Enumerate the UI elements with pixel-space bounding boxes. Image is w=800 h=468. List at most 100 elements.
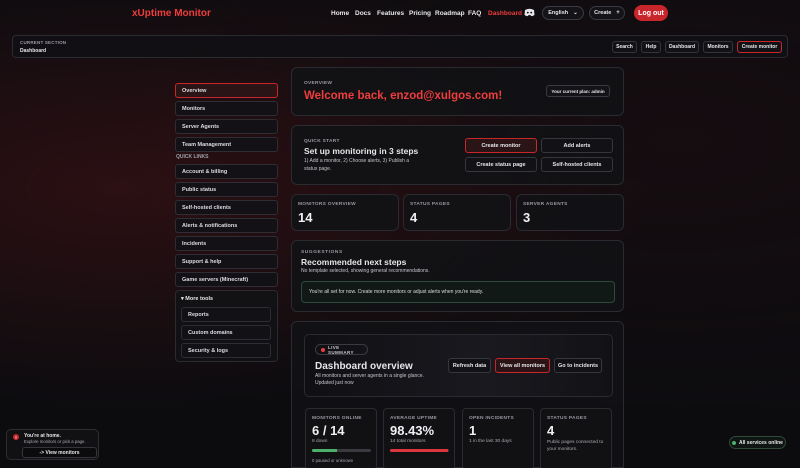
stat-value: 4 xyxy=(410,210,418,225)
sidebar-item-incidents[interactable]: Incidents xyxy=(175,236,278,251)
current-section-bar: CURRENT SECTION Dashboard Search Help Da… xyxy=(12,35,788,58)
sidebar-item-reports[interactable]: Reports xyxy=(181,307,271,322)
monitors-button[interactable]: Monitors xyxy=(703,41,733,53)
metric-label: AVERAGE UPTIME xyxy=(390,416,438,421)
dashboard-overview-desc: All monitors and server agents in a sing… xyxy=(315,373,424,379)
status-dot-icon xyxy=(732,440,737,445)
quick-links-heading: QUICK LINKS xyxy=(176,154,209,160)
top-nav: xUptime Monitor Home Docs Features Prici… xyxy=(0,0,800,28)
suggestions-desc: No template selected, showing general re… xyxy=(301,268,430,274)
uptime-bar xyxy=(390,449,449,452)
create-status-page-button[interactable]: Create status page xyxy=(465,157,537,172)
stat-monitors: MONITORS OVERVIEW 14 xyxy=(291,194,399,231)
metric-extra: 0 paused or unknown xyxy=(312,458,354,463)
metric-monitors-online: MONITORS ONLINE 6 / 14 8 down 0 paused o… xyxy=(305,408,377,468)
sidebar-item-public-status[interactable]: Public status xyxy=(175,182,278,197)
dashboard-button[interactable]: Dashboard xyxy=(665,41,699,53)
plus-icon: + xyxy=(616,10,620,16)
metric-sub: 1 in the last 30 days xyxy=(469,439,512,444)
metric-sub: 8 down xyxy=(312,439,328,444)
monitors-online-bar-fill xyxy=(312,449,338,452)
suggestions-title: Recommended next steps xyxy=(301,257,407,267)
metric-value: 6 / 14 xyxy=(312,423,345,438)
search-button[interactable]: Search xyxy=(612,41,637,53)
stat-server-agents: SERVER AGENTS 3 xyxy=(516,194,624,231)
live-badge: LIVE SUMMARY xyxy=(315,344,368,355)
stat-label: STATUS PAGES xyxy=(410,202,450,207)
self-hosted-clients-button[interactable]: Self-hosted clients xyxy=(541,157,613,172)
language-label: English xyxy=(548,10,569,16)
metric-label: MONITORS ONLINE xyxy=(312,416,362,421)
create-monitor-cta[interactable]: Create monitor xyxy=(465,138,537,153)
view-monitors-button[interactable]: -> View monitors xyxy=(22,447,97,458)
nav-pricing[interactable]: Pricing xyxy=(409,10,431,17)
create-label: Create xyxy=(594,10,612,16)
services-status-text: All services online xyxy=(739,439,783,446)
sidebar-item-overview[interactable]: Overview xyxy=(175,83,278,98)
nav-features[interactable]: Features xyxy=(377,10,404,17)
quick-start-card: QUICK START Set up monitoring in 3 steps… xyxy=(291,125,624,185)
logout-button[interactable]: Log out xyxy=(634,5,668,21)
stat-status-pages: STATUS PAGES 4 xyxy=(403,194,511,231)
sidebar-item-alerts[interactable]: Alerts & notifications xyxy=(175,218,278,233)
services-status[interactable]: All services online xyxy=(729,436,786,449)
sidebar-item-self-hosted[interactable]: Self-hosted clients xyxy=(175,200,278,215)
sidebar-item-account-billing[interactable]: Account & billing xyxy=(175,164,278,179)
live-badge-label: LIVE SUMMARY xyxy=(327,344,354,355)
help-button[interactable]: Help xyxy=(641,41,661,53)
sidebar-item-game-servers[interactable]: Game servers (Minecraft) xyxy=(175,272,278,287)
live-summary-card: LIVE SUMMARY Dashboard overview All moni… xyxy=(291,321,624,468)
view-all-monitors-button[interactable]: View all monitors xyxy=(495,358,550,373)
plan-badge: Your current plan: admin xyxy=(546,85,610,97)
nav-roadmap[interactable]: Roadmap xyxy=(435,10,465,17)
sidebar-item-server-agents[interactable]: Server Agents xyxy=(175,119,278,134)
metric-status-pages: STATUS PAGES 4 Public pages connected to… xyxy=(540,408,612,468)
metric-label: OPEN INCIDENTS xyxy=(469,416,514,421)
updated-text: Updated just now xyxy=(315,380,354,386)
quick-start-label: QUICK START xyxy=(304,139,340,144)
overview-card: OVERVIEW Welcome back, enzod@xulgos.com!… xyxy=(291,67,624,116)
metric-sub: 14 total monitors xyxy=(390,439,426,444)
language-select[interactable]: English ⌄ xyxy=(542,6,584,20)
sidebar-item-support[interactable]: Support & help xyxy=(175,254,278,269)
discord-icon[interactable] xyxy=(524,8,535,17)
nav-faq[interactable]: FAQ xyxy=(468,10,481,17)
create-button[interactable]: Create + xyxy=(589,6,625,20)
refresh-data-button[interactable]: Refresh data xyxy=(448,358,491,373)
toast-desc: Explore monitors or pick a page. xyxy=(24,439,86,444)
stat-value: 14 xyxy=(298,210,313,225)
chevron-down-icon: ⌄ xyxy=(573,10,578,16)
suggestions-notice: You're all set for now. Create more moni… xyxy=(301,281,615,303)
sidebar-item-team-management[interactable]: Team Management xyxy=(175,137,278,152)
sidebar-item-custom-domains[interactable]: Custom domains xyxy=(181,325,271,340)
sidebar-item-security-logs[interactable]: Security & logs xyxy=(181,343,271,358)
nav-docs[interactable]: Docs xyxy=(355,10,371,17)
create-monitor-button[interactable]: Create monitor xyxy=(737,41,782,53)
metric-average-uptime: AVERAGE UPTIME 98.43% 14 total monitors xyxy=(383,408,455,468)
section-label: CURRENT SECTION xyxy=(20,40,67,45)
brand-logo[interactable]: xUptime Monitor xyxy=(132,8,211,19)
overview-label: OVERVIEW xyxy=(304,81,333,86)
metric-value: 4 xyxy=(547,423,555,438)
welcome-heading: Welcome back, enzod@xulgos.com! xyxy=(304,90,503,102)
suggestions-label: SUGGESTIONS xyxy=(301,250,343,255)
metric-open-incidents: OPEN INCIDENTS 1 1 in the last 30 days xyxy=(462,408,534,468)
metric-value: 1 xyxy=(469,423,477,438)
add-alerts-button[interactable]: Add alerts xyxy=(541,138,613,153)
monitors-online-bar xyxy=(312,449,371,452)
nav-dashboard[interactable]: Dashboard xyxy=(488,10,522,17)
metric-sub: Public pages connected to your monitors. xyxy=(547,440,604,453)
quick-start-desc: 1) Add a monitor, 2) Choose alerts, 3) P… xyxy=(304,158,410,172)
more-tools-toggle[interactable]: ▾ More tools xyxy=(181,296,213,302)
stat-label: MONITORS OVERVIEW xyxy=(298,202,356,207)
nav-home[interactable]: Home xyxy=(331,10,349,17)
section-value: Dashboard xyxy=(20,48,47,54)
go-to-incidents-button[interactable]: Go to incidents xyxy=(554,358,602,373)
sidebar-item-monitors[interactable]: Monitors xyxy=(175,101,278,116)
suggestions-card: SUGGESTIONS Recommended next steps No te… xyxy=(291,240,624,312)
metric-value: 98.43% xyxy=(390,423,435,438)
dashboard-overview-panel: LIVE SUMMARY Dashboard overview All moni… xyxy=(304,334,613,397)
stat-value: 3 xyxy=(523,210,531,225)
metric-label: STATUS PAGES xyxy=(547,416,587,421)
dashboard-overview-title: Dashboard overview xyxy=(315,361,413,372)
